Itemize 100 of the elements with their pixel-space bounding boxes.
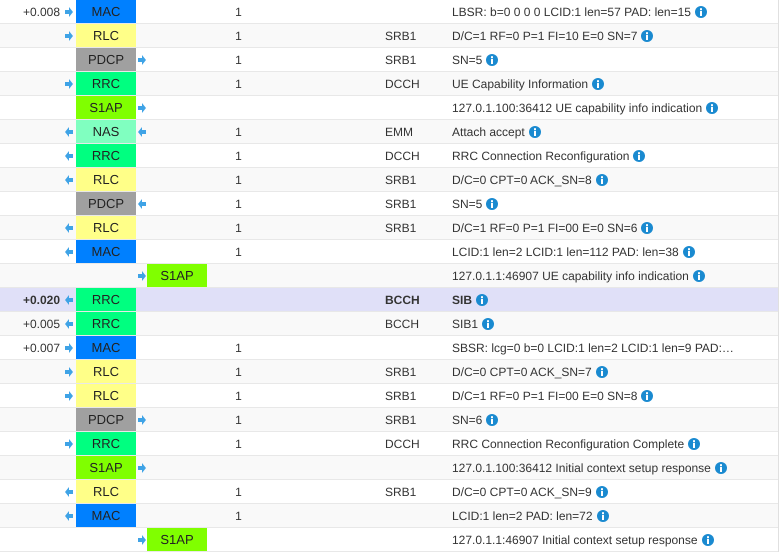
channel-cell: SRB1 — [385, 388, 416, 402]
channel-cell: DCCH — [385, 76, 420, 90]
info-icon[interactable] — [694, 6, 707, 18]
table-row[interactable]: S1AP 127.0.1.1:46907 UE capability info indication — [0, 264, 778, 288]
count-cell: 1 — [235, 244, 242, 258]
info-icon[interactable] — [706, 102, 718, 114]
message-text: LBSR: b=0 0 0 0 LCID:1 len=57 PAD: len=15 — [452, 4, 691, 18]
layer-tag: RLC — [76, 216, 136, 239]
info-icon[interactable] — [641, 222, 654, 234]
table-row[interactable]: RLC 1 SRB1 D/C=0 CPT=0 ACK_SN=9 — [0, 480, 778, 504]
channel-cell: SRB1 — [385, 412, 416, 426]
message-text: SN=6 — [452, 412, 482, 426]
table-row[interactable]: MAC 1 LCID:1 len=2 LCID:1 len=112 PAD: len=38 — [0, 240, 778, 264]
message-text: D/C=0 CPT=0 ACK_SN=9 — [452, 484, 592, 498]
channel-cell: SRB1 — [385, 220, 416, 234]
table-row[interactable]: +0.008 MAC 1 LBSR: b=0 0 0 0 LCID:1 len=57 PAD: len=15 — [0, 0, 778, 24]
table-row[interactable]: +0.020 RRC BCCH SIB — [0, 288, 778, 312]
table-row[interactable]: RRC 1 DCCH UE Capability Information — [0, 72, 778, 96]
info-icon[interactable] — [702, 534, 714, 546]
info-icon[interactable] — [682, 246, 695, 258]
count-cell: 1 — [235, 172, 242, 186]
message-text: 127.0.1.1:46907 Initial context setup response — [452, 532, 698, 546]
info-icon[interactable] — [641, 30, 654, 42]
message-text: D/C=1 RF=0 P=1 FI=00 E=0 SN=6 — [452, 220, 638, 234]
layer-tag: S1AP — [147, 528, 207, 551]
table-row[interactable]: S1AP 127.0.1.100:36412 UE capability info indication — [0, 96, 778, 120]
table-row[interactable]: PDCP 1 SRB1 SN=6 — [0, 408, 778, 432]
table-row[interactable]: RLC 1 SRB1 D/C=1 RF=0 P=1 FI=10 E=0 SN=7 — [0, 24, 778, 48]
layer-tag: RLC — [76, 480, 136, 503]
table-row[interactable]: PDCP 1 SRB1 SN=5 — [0, 48, 778, 72]
table-row[interactable]: +0.007 MAC 1 SBSR: lcg=0 b=0 LCID:1 len=2 LCID:1 len=9 PAD:… — [0, 336, 778, 360]
layer-tag: RLC — [76, 168, 136, 191]
layer-tag: MAC — [76, 504, 136, 527]
info-icon[interactable] — [692, 270, 705, 282]
message-text: SBSR: lcg=0 b=0 LCID:1 len=2 LCID:1 len=9 PAD:… — [452, 340, 734, 354]
layer-tag: RLC — [76, 24, 136, 47]
message-text: D/C=1 RF=0 P=1 FI=00 E=0 SN=8 — [452, 388, 638, 402]
table-row[interactable]: S1AP 127.0.1.1:46907 Initial context setup response — [0, 528, 778, 552]
table-row[interactable]: RLC 1 SRB1 D/C=0 CPT=0 ACK_SN=8 — [0, 168, 778, 192]
info-icon[interactable] — [592, 78, 604, 90]
info-icon[interactable] — [486, 54, 498, 66]
message-text: LCID:1 len=2 LCID:1 len=112 PAD: len=38 — [452, 244, 679, 258]
count-cell: 1 — [235, 364, 242, 378]
layer-tag: RRC — [76, 288, 136, 311]
time-cell: +0.020 — [22, 292, 60, 306]
info-icon[interactable] — [596, 510, 609, 522]
layer-tag: MAC — [76, 336, 136, 359]
info-icon[interactable] — [486, 198, 498, 210]
table-row[interactable]: RLC 1 SRB1 D/C=1 RF=0 P=1 FI=00 E=0 SN=8 — [0, 384, 778, 408]
count-cell: 1 — [235, 28, 242, 42]
info-icon[interactable] — [688, 438, 700, 450]
count-cell: 1 — [235, 76, 242, 90]
layer-tag: RLC — [76, 360, 136, 383]
layer-tag: NAS — [76, 120, 136, 143]
table-row[interactable]: RRC 1 DCCH RRC Connection Reconfiguration — [0, 144, 778, 168]
info-icon[interactable] — [596, 366, 608, 378]
layer-tag: S1AP — [147, 264, 207, 287]
info-icon[interactable] — [528, 126, 541, 138]
channel-cell: SRB1 — [385, 28, 416, 42]
channel-cell: BCCH — [385, 316, 420, 330]
channel-cell: SRB1 — [385, 364, 416, 378]
count-cell: 1 — [235, 220, 242, 234]
message-text: SIB1 — [452, 316, 478, 330]
layer-tag: MAC — [76, 240, 136, 263]
message-text: SN=5 — [452, 52, 482, 66]
count-cell: 1 — [235, 484, 242, 498]
message-text: Attach accept — [452, 124, 525, 138]
info-icon[interactable] — [714, 462, 727, 474]
message-text: SN=5 — [452, 196, 482, 210]
message-text: RRC Connection Reconfiguration — [452, 148, 630, 162]
table-row[interactable]: +0.005 RRC BCCH SIB1 — [0, 312, 778, 336]
time-cell: +0.007 — [22, 340, 60, 354]
channel-cell: DCCH — [385, 436, 420, 450]
info-icon[interactable] — [633, 150, 646, 162]
count-cell: 1 — [235, 148, 242, 162]
layer-tag: PDCP — [76, 408, 136, 431]
table-row[interactable]: RRC 1 DCCH RRC Connection Reconfiguration Complete — [0, 432, 778, 456]
info-icon[interactable] — [486, 414, 498, 426]
table-row[interactable]: RLC 1 SRB1 D/C=1 RF=0 P=1 FI=00 E=0 SN=6 — [0, 216, 778, 240]
info-icon[interactable] — [596, 486, 608, 498]
table-row[interactable]: MAC 1 LCID:1 len=2 PAD: len=72 — [0, 504, 778, 528]
channel-cell: SRB1 — [385, 196, 416, 210]
message-text: D/C=0 CPT=0 ACK_SN=7 — [452, 364, 592, 378]
message-text: D/C=0 CPT=0 ACK_SN=8 — [452, 172, 592, 186]
info-icon[interactable] — [596, 174, 608, 186]
table-row[interactable]: NAS 1 EMM Attach accept — [0, 120, 778, 144]
channel-cell: DCCH — [385, 148, 420, 162]
count-cell: 1 — [235, 388, 242, 402]
count-cell: 1 — [235, 340, 242, 354]
info-icon[interactable] — [641, 390, 654, 402]
info-icon[interactable] — [476, 294, 488, 306]
count-cell: 1 — [235, 412, 242, 426]
count-cell: 1 — [235, 508, 242, 522]
message-text: 127.0.1.100:36412 Initial context setup response — [452, 460, 711, 474]
message-text: SIB — [452, 292, 472, 306]
table-row[interactable]: RLC 1 SRB1 D/C=0 CPT=0 ACK_SN=7 — [0, 360, 778, 384]
table-row[interactable]: S1AP 127.0.1.100:36412 Initial context setup response — [0, 456, 778, 480]
info-icon[interactable] — [482, 318, 494, 330]
table-row[interactable]: PDCP 1 SRB1 SN=5 — [0, 192, 778, 216]
channel-cell: BCCH — [385, 292, 420, 306]
